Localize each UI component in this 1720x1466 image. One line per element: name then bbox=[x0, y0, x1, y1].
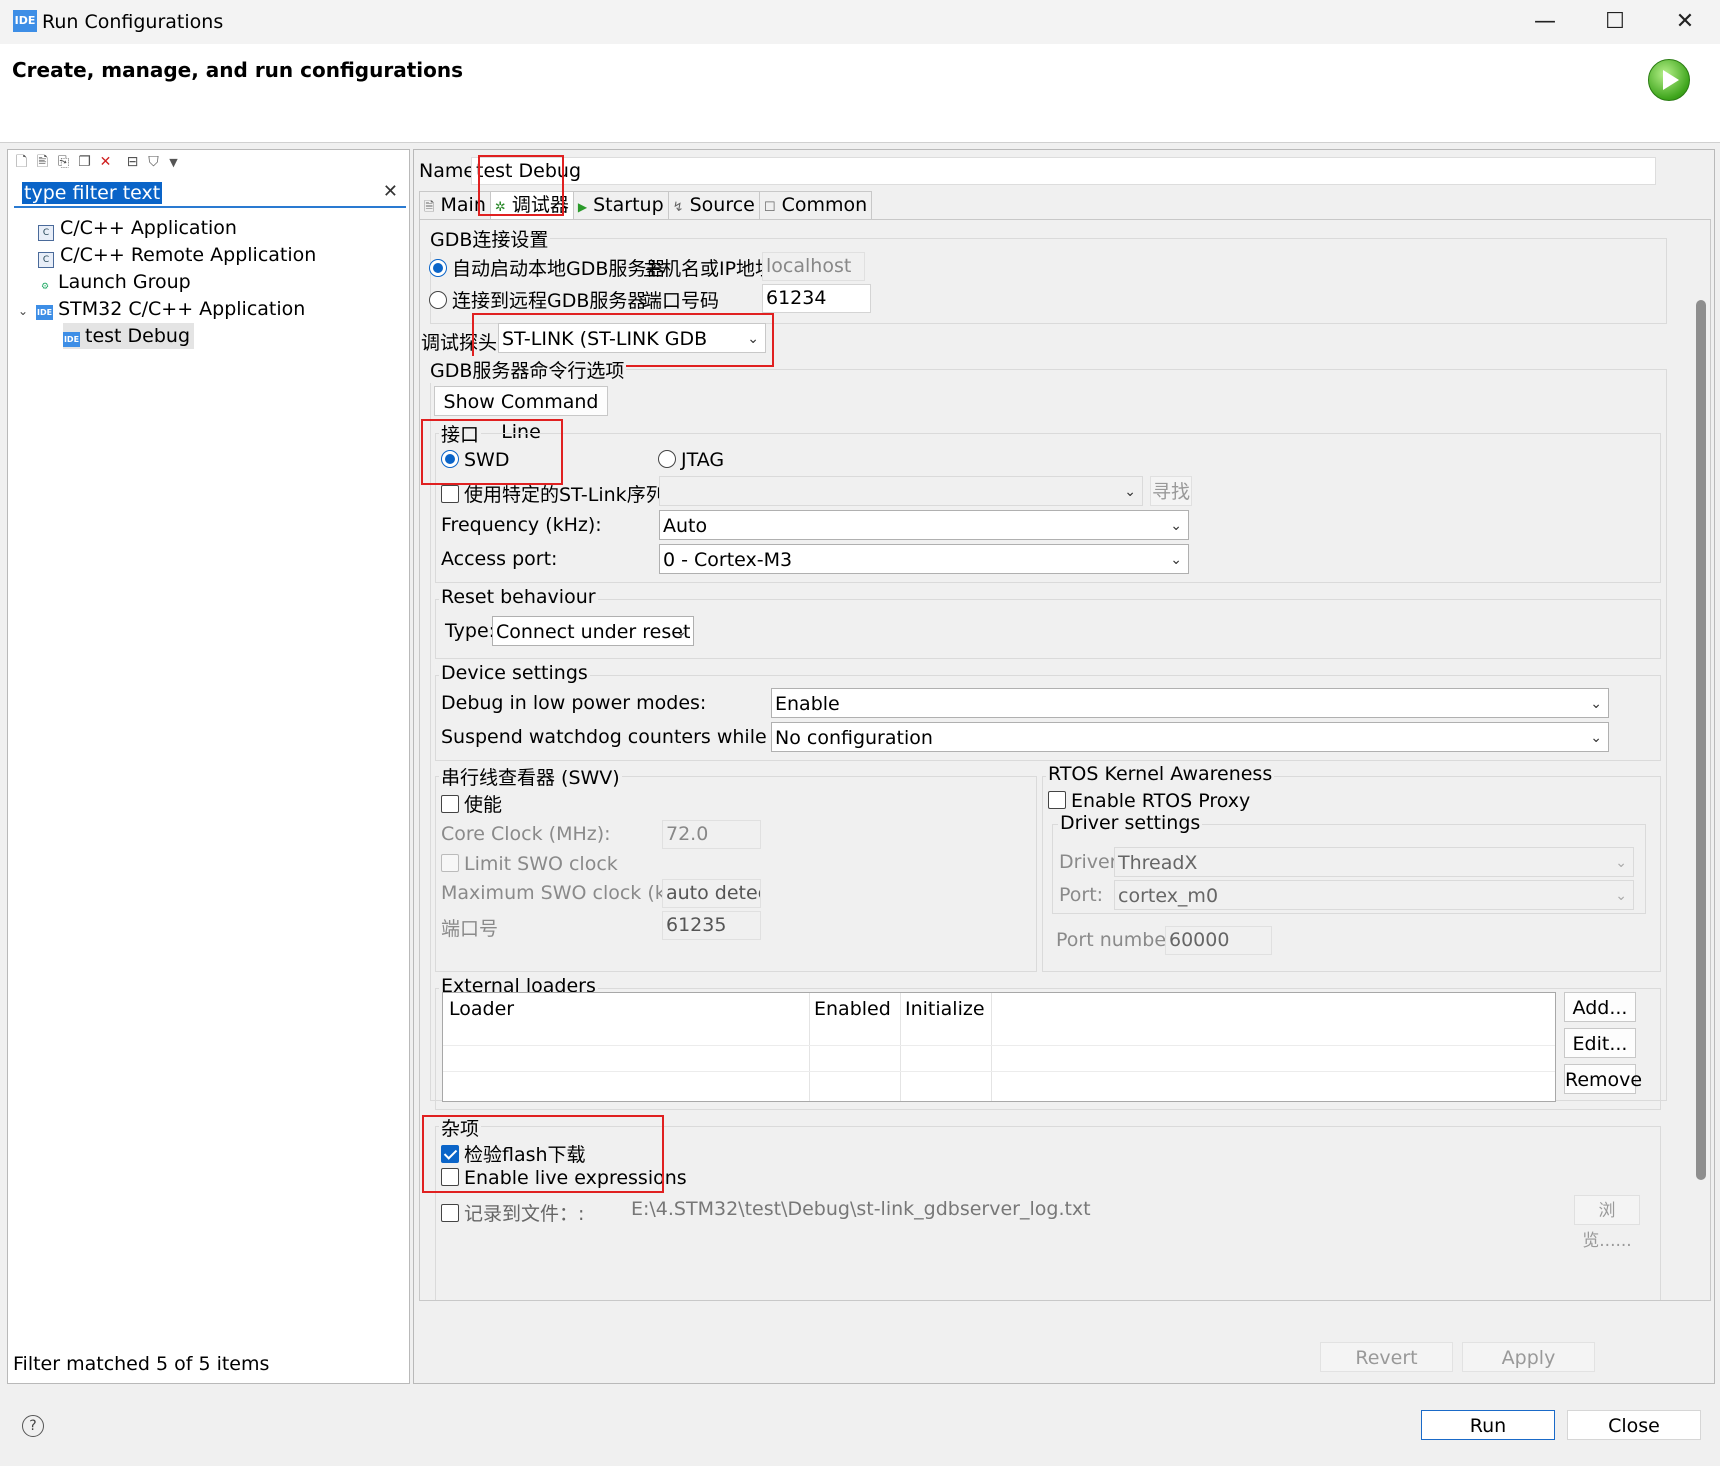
export-icon[interactable]: ⎘ bbox=[56, 155, 71, 170]
test-debug-icon: IDE bbox=[63, 332, 80, 347]
port-number-label: Port number: bbox=[1056, 929, 1180, 951]
c-app-icon: C bbox=[38, 225, 54, 241]
run-button[interactable]: Run bbox=[1421, 1410, 1555, 1440]
name-input[interactable]: test Debug bbox=[471, 157, 1656, 185]
loaders-table[interactable]: Loader Enabled Initialize bbox=[442, 992, 1556, 1102]
filter-input[interactable]: type filter text bbox=[22, 182, 163, 204]
new-config-icon[interactable]: 🗋 bbox=[14, 155, 29, 170]
tab-source[interactable]: ↯ Source bbox=[667, 191, 760, 219]
collapse-all-icon[interactable]: ⊟ bbox=[125, 155, 140, 170]
swv-port-input[interactable]: 61235 bbox=[662, 911, 761, 940]
lowpower-select[interactable]: Enable ⌄ bbox=[771, 688, 1609, 718]
close-window-button[interactable]: ✕ bbox=[1650, 2, 1720, 42]
maximize-button[interactable]: ☐ bbox=[1580, 2, 1650, 42]
limit-swo-checkbox[interactable]: Limit SWO clock bbox=[441, 853, 618, 875]
highlight-debugger-tab bbox=[478, 155, 564, 216]
log-to-file-checkbox[interactable]: 记录到文件：: bbox=[441, 1199, 584, 1226]
tree-item-cpp-app[interactable]: C C/C++ Application bbox=[38, 215, 237, 241]
host-input[interactable]: localhost bbox=[762, 252, 865, 281]
tree-item-stm32-app[interactable]: ⌄ IDE STM32 C/C++ Application bbox=[18, 296, 305, 322]
reset-type-label: Type: bbox=[445, 620, 496, 642]
device-settings-label: Device settings bbox=[439, 662, 590, 684]
lowpower-label: Debug in low power modes: bbox=[441, 692, 707, 714]
reset-label: Reset behaviour bbox=[439, 586, 598, 608]
edit-loader-button[interactable]: Edit... bbox=[1564, 1028, 1636, 1058]
debugger-tab-content: GDB连接设置 自动启动本地GDB服务器 主机名或IP地址 localhost … bbox=[419, 219, 1711, 1301]
revert-button[interactable]: Revert bbox=[1320, 1342, 1453, 1372]
browse-button[interactable]: 浏览...... bbox=[1574, 1195, 1640, 1251]
tree-item-cpp-remote-app[interactable]: C C/C++ Remote Application bbox=[38, 242, 316, 268]
watchdog-select[interactable]: No configuration ⌄ bbox=[771, 722, 1609, 752]
duplicate-icon[interactable]: ❐ bbox=[77, 155, 92, 170]
minimize-button[interactable]: — bbox=[1510, 2, 1580, 42]
rtos-proxy-checkbox[interactable]: Enable RTOS Proxy bbox=[1048, 790, 1250, 812]
c-remote-icon: C bbox=[38, 252, 54, 268]
configuration-list-pane: 🗋 🖹 ⎘ ❐ ✕ ⊟ ⛉ ▼ type filter text ✕ C C/C+… bbox=[7, 149, 410, 1384]
core-clock-label: Core Clock (MHz): bbox=[441, 823, 611, 845]
gdb-connection-label: GDB连接设置 bbox=[428, 225, 551, 252]
rtos-label: RTOS Kernel Awareness bbox=[1046, 763, 1275, 785]
tab-common[interactable]: ☐ Common bbox=[758, 191, 873, 219]
access-port-select[interactable]: 0 - Cortex-M3 ⌄ bbox=[659, 544, 1189, 574]
vertical-scrollbar[interactable] bbox=[1696, 300, 1706, 1180]
access-port-label: Access port: bbox=[441, 548, 558, 570]
expand-chevron-icon[interactable]: ⌄ bbox=[18, 304, 28, 318]
new-prototype-icon[interactable]: 🖹 bbox=[35, 155, 50, 170]
driver-select[interactable]: ThreadX ⌄ bbox=[1114, 847, 1634, 877]
help-icon[interactable]: ? bbox=[22, 1415, 44, 1437]
close-button[interactable]: Close bbox=[1567, 1410, 1701, 1440]
frequency-select[interactable]: Auto ⌄ bbox=[659, 510, 1189, 540]
app-icon: IDE bbox=[13, 10, 37, 32]
header-title: Create, manage, and run configurations bbox=[12, 58, 463, 82]
swv-label: 串行线查看器 (SWV) bbox=[439, 763, 622, 790]
clear-filter-icon[interactable]: ✕ bbox=[383, 181, 398, 202]
dialog-header: Create, manage, and run configurations bbox=[0, 44, 1720, 143]
tree-item-launch-group[interactable]: ⚙ Launch Group bbox=[38, 269, 191, 295]
port-label: 端口号码 bbox=[643, 290, 720, 312]
core-clock-input[interactable]: 72.0 bbox=[662, 820, 761, 849]
show-command-line-button[interactable]: Show Command Line bbox=[434, 386, 608, 443]
window-title: Run Configurations bbox=[42, 11, 224, 33]
highlight-interface bbox=[421, 419, 563, 485]
run-icon bbox=[1648, 59, 1690, 101]
filter-box[interactable]: type filter text ✕ bbox=[14, 180, 406, 208]
col-enabled[interactable]: Enabled bbox=[814, 998, 891, 1020]
filter-status: Filter matched 5 of 5 items bbox=[13, 1353, 270, 1375]
find-button[interactable]: 寻找 bbox=[1150, 476, 1192, 506]
jtag-radio[interactable]: JTAG bbox=[658, 449, 724, 471]
launch-group-icon: ⚙ bbox=[40, 282, 50, 292]
configuration-editor-pane: Name: test Debug 🗎 Main ✲ 调试器 ▶ Startup ↯ S… bbox=[413, 149, 1715, 1384]
remote-radio[interactable]: 连接到远程GDB服务器 bbox=[429, 286, 646, 313]
tab-startup[interactable]: ▶ Startup bbox=[572, 191, 669, 219]
swv-port-label: 端口号 bbox=[441, 918, 499, 940]
host-label: 主机名或IP地址 bbox=[643, 258, 775, 280]
tree-item-test-debug[interactable]: IDE test Debug bbox=[63, 323, 195, 349]
col-loader[interactable]: Loader bbox=[449, 998, 514, 1020]
port-number-input[interactable]: 60000 bbox=[1165, 926, 1272, 955]
auto-local-radio[interactable]: 自动启动本地GDB服务器 bbox=[429, 254, 665, 281]
serial-number-select[interactable]: ⌄ bbox=[659, 476, 1143, 506]
rtos-port-select[interactable]: cortex_m0 ⌄ bbox=[1114, 880, 1634, 910]
stm32-ide-icon: IDE bbox=[36, 305, 54, 320]
filter-icon[interactable]: ⛉ bbox=[146, 155, 161, 170]
log-path-input[interactable]: E:\4.STM32\test\Debug\st-link_gdbserver_… bbox=[627, 1195, 1462, 1224]
view-menu-icon[interactable]: ▼ bbox=[166, 155, 181, 170]
port-input[interactable]: 61234 bbox=[762, 284, 871, 313]
remove-loader-button[interactable]: Remove bbox=[1564, 1064, 1642, 1094]
col-initialize[interactable]: Initialize bbox=[905, 998, 985, 1020]
apply-button[interactable]: Apply bbox=[1462, 1342, 1595, 1372]
swv-enable-checkbox[interactable]: 使能 bbox=[441, 790, 502, 817]
driver-settings-label: Driver settings bbox=[1058, 812, 1203, 834]
max-swo-input[interactable]: auto detect bbox=[662, 879, 761, 908]
add-loader-button[interactable]: Add... bbox=[1564, 992, 1636, 1022]
delete-icon[interactable]: ✕ bbox=[98, 155, 113, 170]
server-options-label: GDB服务器命令行选项 bbox=[428, 356, 627, 383]
highlight-misc bbox=[422, 1115, 664, 1193]
title-bar: IDE Run Configurations — ☐ ✕ bbox=[0, 0, 1720, 44]
reset-type-select[interactable]: Connect under reset ⌄ bbox=[492, 616, 694, 646]
serial-number-checkbox[interactable]: 使用特定的ST-Link序列号 bbox=[441, 480, 684, 507]
rtos-port-label: Port: bbox=[1059, 884, 1104, 906]
frequency-label: Frequency (kHz): bbox=[441, 514, 602, 536]
